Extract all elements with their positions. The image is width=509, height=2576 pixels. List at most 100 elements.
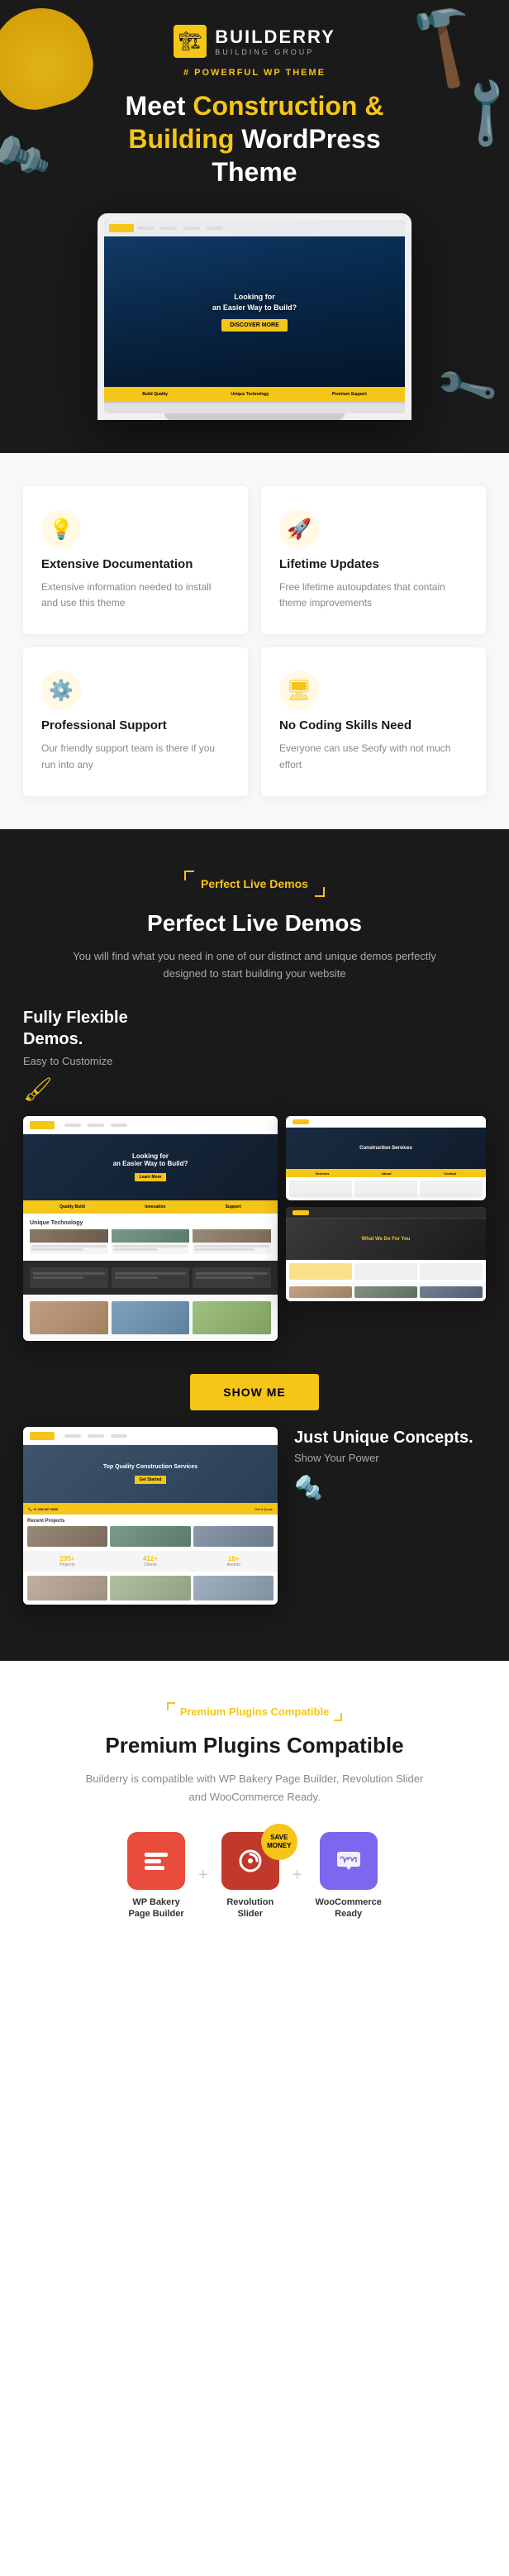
paint-roller-icon: 🖌 <box>23 1076 188 1103</box>
hero-headline-em: Construction & <box>193 91 383 121</box>
mock-team-row <box>27 1576 274 1600</box>
mock-hero-text: Looking for an Easier Way to Build? Lear… <box>113 1152 188 1182</box>
logo-text-group: BUILDERRY BUILDING GROUP <box>215 26 335 56</box>
mock-nav-s2 <box>286 1207 486 1219</box>
laptop-foot <box>164 413 345 420</box>
feature-title-no-coding: No Coding Skills Need <box>279 718 411 732</box>
mock-stat-2: 412+ Clients <box>111 1555 191 1567</box>
screen-hero-text: Looking foran Easier Way to Build? <box>196 292 313 312</box>
mock-card-line <box>31 1248 83 1251</box>
mock-title-2: Recent Projects <box>27 1519 274 1524</box>
hero-headline-em2: Building <box>128 124 234 154</box>
mock-card-img <box>30 1229 108 1243</box>
demo-row-2-screenshots: Top Quality Construction Services Get St… <box>23 1427 278 1611</box>
mock-bottom-section <box>23 1295 278 1341</box>
plugin-item-wpbakery: WP BakeryPage Builder <box>127 1832 185 1920</box>
mock-nav-link <box>111 1123 127 1127</box>
demo-screenshot-small-2: What We Do For You <box>286 1207 486 1301</box>
mock-site-main: Looking for an Easier Way to Build? Lear… <box>23 1116 278 1341</box>
mock-team-img <box>110 1576 190 1600</box>
mock-content-2: Recent Projects <box>23 1515 278 1551</box>
plugins-row: WP BakeryPage Builder + SAVEMONEY Revolu… <box>127 1832 382 1920</box>
mock-img-s2 <box>420 1286 483 1298</box>
mock-logo-2 <box>30 1432 55 1440</box>
mock-dark-line <box>115 1272 187 1275</box>
mock-site-2-main: Top Quality Construction Services Get St… <box>23 1427 278 1605</box>
mock-content-s1 <box>286 1177 486 1200</box>
feature-icon-support: ⚙️ <box>41 670 81 710</box>
features-grid: 💡 Extensive Documentation Extensive info… <box>23 486 486 796</box>
mock-dark-line <box>196 1272 268 1275</box>
mock-text-s1-line: Construction Services <box>359 1146 412 1151</box>
mock-link-2 <box>64 1434 81 1438</box>
mock-c-s1 <box>420 1181 483 1197</box>
wpbakery-svg <box>141 1846 171 1876</box>
feature-desc-documentation: Extensive information needed to install … <box>41 580 230 611</box>
mock-card-img <box>193 1229 271 1243</box>
mock-card-img <box>112 1229 190 1243</box>
bar-item: Premium Support <box>332 392 367 397</box>
mock-nav-logo <box>293 1119 309 1124</box>
plugin-label-wpbakery: WP BakeryPage Builder <box>128 1896 183 1920</box>
bar-text: Support <box>226 1205 241 1209</box>
demo-block-1: Fully Flexible Demos. Easy to Customize … <box>23 1007 486 1341</box>
mock-dark-card <box>112 1267 190 1288</box>
screen-nav-link <box>137 227 154 230</box>
mock-text-2: Top Quality Construction Services Get St… <box>103 1464 197 1485</box>
demo-screenshot-main: Looking for an Easier Way to Build? Lear… <box>23 1116 278 1341</box>
mock-cards-s1 <box>289 1181 483 1197</box>
mock-links-2 <box>64 1434 127 1438</box>
mock-hero: Looking for an Easier Way to Build? Lear… <box>23 1134 278 1200</box>
demo-screenshot-side: Construction Services Services About Con… <box>286 1116 486 1341</box>
drill-icon: 🔧 <box>444 69 509 155</box>
mock-bar-s1: Services About Contact <box>286 1169 486 1177</box>
mock-img-card <box>193 1301 271 1334</box>
demo-row-2: Top Quality Construction Services Get St… <box>23 1427 486 1611</box>
mock-project-2 <box>193 1526 274 1547</box>
bar-item-2: 📞 +1 234 567 8900 <box>28 1507 58 1511</box>
mock-img-s2 <box>354 1286 417 1298</box>
plugins-tag: Premium Plugins Compatible <box>167 1702 343 1721</box>
mock-img-row-s2 <box>289 1286 483 1298</box>
mock-content-s2 <box>286 1260 486 1283</box>
screen-nav-links <box>137 227 223 230</box>
demos-section: Perfect Live Demos Perfect Live Demos Yo… <box>0 829 509 1662</box>
bar-text: Innovation <box>145 1205 165 1209</box>
feature-desc-no-coding: Everyone can use Seofy with not much eff… <box>279 741 468 772</box>
mock-nav <box>23 1116 278 1134</box>
mock-team-img <box>193 1576 274 1600</box>
mock-dark-card <box>30 1267 108 1288</box>
woo-svg <box>334 1846 364 1876</box>
mock-img-card <box>30 1301 108 1334</box>
screen-nav <box>104 220 405 236</box>
screen-hero-content: Looking foran Easier Way to Build? Disco… <box>104 236 405 387</box>
mock-project-2 <box>27 1526 107 1547</box>
screen-nav-link <box>207 227 223 230</box>
mock-img-s2 <box>289 1286 352 1298</box>
mock-h2: Top Quality Construction Services <box>103 1464 197 1470</box>
mock-site-small-1: Construction Services Services About Con… <box>286 1116 486 1200</box>
screen-bottom-bar: Build Quality Unique Technology Premium … <box>104 387 405 402</box>
mock-dark-section <box>23 1261 278 1295</box>
mock-dark-line <box>115 1276 158 1279</box>
mock-dark-cards <box>30 1267 271 1288</box>
mock-card-text <box>193 1243 271 1253</box>
demo-subtitle-2: Show Your Power <box>294 1452 486 1464</box>
mock-btn-2: Get Started <box>135 1476 167 1484</box>
mock-content-section: Unique Technology <box>23 1214 278 1261</box>
revolution-svg <box>235 1846 265 1876</box>
pliers-icon: 🔩 <box>0 125 54 188</box>
mock-bottom-s2 <box>286 1283 486 1301</box>
plugin-label-woocommerce: WooCommerceReady <box>315 1896 381 1920</box>
mock-c-s1 <box>354 1181 417 1197</box>
mock-section-title: Unique Technology <box>30 1220 271 1226</box>
demos-desc: You will find what you need in one of ou… <box>64 948 445 983</box>
plugins-desc: Builderry is compatible with WP Bakery P… <box>81 1770 428 1806</box>
mock-yellow-bar: Quality Build Innovation Support <box>23 1200 278 1214</box>
feature-desc-updates: Free lifetime autoupdates that contain t… <box>279 580 468 611</box>
mock-card-line <box>31 1245 107 1247</box>
feature-icon-updates: 🚀 <box>279 509 319 549</box>
screen-nav-link <box>160 227 177 230</box>
show-me-button[interactable]: SHOW ME <box>190 1374 318 1410</box>
plugin-plus-1: + <box>198 1866 208 1885</box>
